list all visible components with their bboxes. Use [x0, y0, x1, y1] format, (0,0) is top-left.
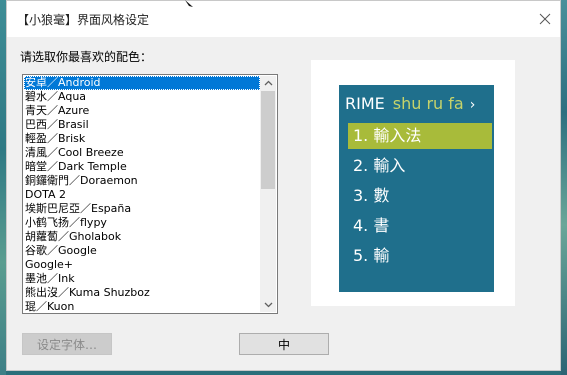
color-scheme-item[interactable]: 琨／Kuon [24, 300, 260, 312]
title-bar: 【小狼毫】界面风格设定 [7, 1, 560, 37]
scroll-up-button[interactable] [260, 76, 276, 90]
color-scheme-item[interactable]: 胡蘿蔔／Gholabok [24, 230, 260, 244]
color-scheme-item[interactable]: 谷歌／Google [24, 244, 260, 258]
dialog-body: 请选取你最喜欢的配色： 安卓／Android 碧水／Aqua 青天／Azure 巴西／… [7, 37, 560, 370]
desktop-background-right [561, 0, 567, 375]
preview-candidate: 4. 書 [353, 216, 390, 235]
list-scrollbar[interactable] [260, 76, 276, 312]
preedit-text: shu ru fa [392, 94, 464, 113]
color-scheme-item[interactable]: 埃斯巴尼亞／España [24, 202, 260, 216]
preview-header: RIME shu ru fa › [345, 91, 475, 117]
mouse-cursor-icon [185, 0, 193, 7]
dialog-title: 【小狼毫】界面风格设定 [17, 13, 150, 27]
scroll-down-button[interactable] [260, 298, 276, 312]
color-scheme-item[interactable]: DOTA 2 [24, 188, 260, 202]
next-page-arrow-icon: › [469, 97, 476, 113]
color-scheme-item[interactable]: 銅鑼衛門／Doraemon [24, 174, 260, 188]
color-scheme-item[interactable]: Google+ [24, 258, 260, 272]
color-scheme-item[interactable]: 清風／Cool Breeze [24, 146, 260, 160]
color-scheme-items: 安卓／Android 碧水／Aqua 青天／Azure 巴西／Brasil 輕盈／Bri… [24, 76, 260, 312]
color-scheme-list[interactable]: 安卓／Android 碧水／Aqua 青天／Azure 巴西／Brasil 輕盈／Bri… [22, 74, 278, 314]
scheme-preview: RIME shu ru fa › 1. 輸入法 2. 輸入 3. 數 4. 書 5. 輸 [311, 60, 515, 306]
close-icon [539, 13, 551, 25]
style-settings-dialog: 【小狼毫】界面风格设定 请选取你最喜欢的配色： 安卓／Android 碧水／Aqu… [6, 0, 561, 371]
preview-candidate: 2. 輸入 [353, 156, 406, 175]
color-scheme-item[interactable]: 墨池／Ink [24, 272, 260, 286]
preview-candidate: 1. 輸入法 [348, 123, 492, 149]
color-scheme-item[interactable]: 小鹤飞扬／flypy [24, 216, 260, 230]
color-scheme-item[interactable]: 青天／Azure [24, 104, 260, 118]
color-scheme-item[interactable]: 碧水／Aqua [24, 90, 260, 104]
close-button[interactable] [531, 7, 559, 31]
color-scheme-prompt: 请选取你最喜欢的配色： [20, 50, 153, 64]
scroll-thumb[interactable] [261, 91, 275, 189]
color-scheme-item[interactable]: 輕盈／Brisk [24, 132, 260, 146]
set-font-button[interactable]: 设定字体… [22, 333, 112, 355]
color-scheme-item[interactable]: 熊出沒／Kuma Shuzboz [24, 286, 260, 300]
preview-candidate: 5. 輸 [353, 246, 390, 265]
chevron-up-icon [264, 80, 272, 86]
preview-candidate: 3. 數 [353, 186, 390, 205]
ok-button[interactable]: 中 [239, 333, 329, 355]
candidate-window-preview: RIME shu ru fa › 1. 輸入法 2. 輸入 3. 數 4. 書 5. 輸 [339, 85, 494, 292]
color-scheme-item[interactable]: 暗堂／Dark Temple [24, 160, 260, 174]
color-scheme-item[interactable]: 巴西／Brasil [24, 118, 260, 132]
schema-name: RIME [345, 94, 385, 113]
color-scheme-item[interactable]: 安卓／Android [24, 76, 260, 90]
chevron-down-icon [264, 302, 272, 308]
